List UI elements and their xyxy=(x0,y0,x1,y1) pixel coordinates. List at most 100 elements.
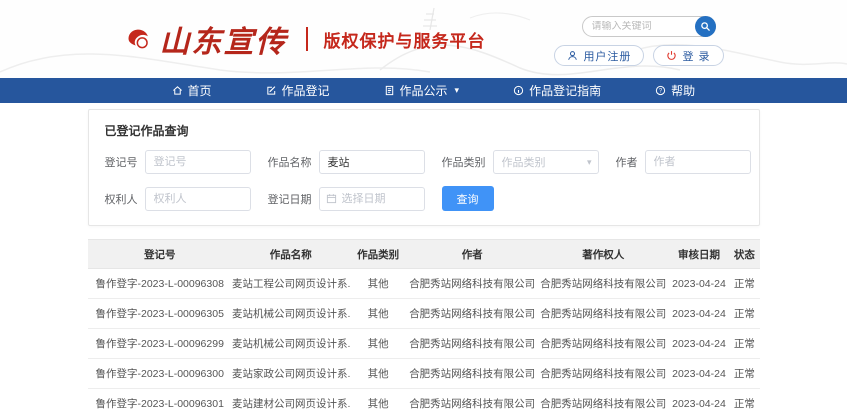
column-header: 审核日期 xyxy=(669,240,729,269)
search-button[interactable] xyxy=(695,16,716,37)
search-icon xyxy=(700,21,711,32)
table-cell: 麦站工程公司网页设计系... xyxy=(232,269,350,299)
table-cell: 合肥秀站网络科技有限公司 xyxy=(407,299,538,329)
table-cell: 正常 xyxy=(729,269,759,299)
table-row[interactable]: 鲁作登字-2023-L-00096301麦站建材公司网页设计系...其他合肥秀站… xyxy=(88,389,760,410)
column-header: 状态 xyxy=(729,240,759,269)
table-cell: 合肥秀站网络科技有限公司 xyxy=(407,389,538,410)
table-row[interactable]: 鲁作登字-2023-L-00096305麦站机械公司网页设计系...其他合肥秀站… xyxy=(88,299,760,329)
category-label: 作品类别 xyxy=(442,154,486,170)
site-title: 版权保护与服务平台 xyxy=(324,27,486,52)
date-input[interactable] xyxy=(342,193,418,205)
table-cell: 合肥秀站网络科技有限公司 xyxy=(407,269,538,299)
query-panel: 已登记作品查询 登记号 作品名称 作品类别 作品类别 ▾ 作者 xyxy=(88,109,760,226)
field-work-name: 作品名称 xyxy=(268,150,425,174)
table-cell: 正常 xyxy=(729,359,759,389)
chevron-down-icon: ▾ xyxy=(455,85,460,96)
field-category: 作品类别 作品类别 ▾ xyxy=(442,150,599,174)
site-header: 山东宣传 版权保护与服务平台 xyxy=(0,0,847,78)
table-cell: 麦站家政公司网页设计系... xyxy=(232,359,350,389)
column-header: 作品类别 xyxy=(350,240,407,269)
table-cell: 合肥秀站网络科技有限公司 xyxy=(538,329,669,359)
query-button[interactable]: 查询 xyxy=(442,186,494,211)
field-date: 登记日期 xyxy=(268,187,425,211)
nav-item-label: 帮助 xyxy=(671,82,695,99)
table-cell: 正常 xyxy=(729,389,759,410)
table-cell: 合肥秀站网络科技有限公司 xyxy=(538,299,669,329)
author-label: 作者 xyxy=(616,154,638,170)
column-header: 登记号 xyxy=(88,240,232,269)
power-icon xyxy=(666,50,677,61)
table-cell: 其他 xyxy=(350,389,407,410)
nav-item-label: 作品登记指南 xyxy=(529,82,601,99)
user-icon xyxy=(567,50,578,61)
column-header: 著作权人 xyxy=(538,240,669,269)
date-picker[interactable] xyxy=(319,187,425,211)
doc-icon xyxy=(384,85,395,96)
table-cell: 合肥秀站网络科技有限公司 xyxy=(407,329,538,359)
table-cell: 2023-04-24 xyxy=(669,359,729,389)
table-cell: 合肥秀站网络科技有限公司 xyxy=(538,389,669,410)
table-row[interactable]: 鲁作登字-2023-L-00096308麦站工程公司网页设计系...其他合肥秀站… xyxy=(88,269,760,299)
table-cell: 麦站机械公司网页设计系... xyxy=(232,329,350,359)
home-icon xyxy=(172,85,183,96)
owner-label: 权利人 xyxy=(105,191,138,207)
author-input[interactable] xyxy=(645,150,751,174)
category-select-placeholder: 作品类别 xyxy=(502,154,546,170)
nav-item-help[interactable]: ?帮助 xyxy=(655,82,695,99)
table-cell: 麦站机械公司网页设计系... xyxy=(232,299,350,329)
table-row[interactable]: 鲁作登字-2023-L-00096299麦站机械公司网页设计系...其他合肥秀站… xyxy=(88,329,760,359)
field-owner: 权利人 xyxy=(105,187,251,211)
table-cell: 鲁作登字-2023-L-00096308 xyxy=(88,269,232,299)
work-name-input[interactable] xyxy=(319,150,425,174)
column-header: 作品名称 xyxy=(232,240,350,269)
header-search-input[interactable] xyxy=(583,21,695,32)
nav-item-label: 作品登记 xyxy=(282,82,330,99)
table-header-row: 登记号作品名称作品类别作者著作权人审核日期状态 xyxy=(88,240,760,269)
table-cell: 合肥秀站网络科技有限公司 xyxy=(538,359,669,389)
brand-logo-icon xyxy=(124,26,152,52)
table-cell: 2023-04-24 xyxy=(669,269,729,299)
query-form-row-2: 权利人 登记日期 查询 xyxy=(105,186,743,211)
table-cell: 其他 xyxy=(350,329,407,359)
table-cell: 2023-04-24 xyxy=(669,389,729,410)
table-cell: 合肥秀站网络科技有限公司 xyxy=(538,269,669,299)
table-cell: 鲁作登字-2023-L-00096300 xyxy=(88,359,232,389)
table-body: 鲁作登字-2023-L-00096308麦站工程公司网页设计系...其他合肥秀站… xyxy=(88,269,760,410)
table-cell: 合肥秀站网络科技有限公司 xyxy=(407,359,538,389)
date-label: 登记日期 xyxy=(268,191,312,207)
nav-item-home[interactable]: 首页 xyxy=(172,82,212,99)
table-cell: 麦站建材公司网页设计系... xyxy=(232,389,350,410)
owner-input[interactable] xyxy=(145,187,251,211)
table-cell: 2023-04-24 xyxy=(669,299,729,329)
table-cell: 鲁作登字-2023-L-00096299 xyxy=(88,329,232,359)
nav-item-guide[interactable]: 作品登记指南 xyxy=(513,82,601,99)
table-cell: 正常 xyxy=(729,329,759,359)
main-content: 已登记作品查询 登记号 作品名称 作品类别 作品类别 ▾ 作者 xyxy=(88,109,760,410)
table-cell: 鲁作登字-2023-L-00096305 xyxy=(88,299,232,329)
header-right: 用户注册 登 录 xyxy=(554,12,723,66)
table-row[interactable]: 鲁作登字-2023-L-00096300麦站家政公司网页设计系...其他合肥秀站… xyxy=(88,359,760,389)
login-button-label: 登 录 xyxy=(682,48,710,64)
work-name-label: 作品名称 xyxy=(268,154,312,170)
login-button[interactable]: 登 录 xyxy=(653,45,723,66)
reg-no-label: 登记号 xyxy=(105,154,138,170)
nav-item-publicity[interactable]: 作品公示 ▾ xyxy=(384,82,460,99)
table-cell: 其他 xyxy=(350,269,407,299)
results-table: 登记号作品名称作品类别作者著作权人审核日期状态 鲁作登字-2023-L-0009… xyxy=(88,239,760,410)
nav-item-label: 作品公示 xyxy=(400,82,448,99)
brand-logo-text: 山东宣传 xyxy=(160,17,288,61)
table-cell: 2023-04-24 xyxy=(669,329,729,359)
register-button-label: 用户注册 xyxy=(583,48,631,64)
guide-icon xyxy=(513,85,524,96)
reg-no-input[interactable] xyxy=(145,150,251,174)
nav-item-register[interactable]: 作品登记 xyxy=(266,82,330,99)
brand[interactable]: 山东宣传 版权保护与服务平台 xyxy=(124,17,486,61)
brand-divider xyxy=(306,27,308,51)
calendar-icon xyxy=(326,193,337,204)
category-select[interactable]: 作品类别 ▾ xyxy=(493,150,599,174)
table-cell: 其他 xyxy=(350,359,407,389)
register-button[interactable]: 用户注册 xyxy=(554,45,644,66)
edit-icon xyxy=(266,85,277,96)
query-form-row-1: 登记号 作品名称 作品类别 作品类别 ▾ 作者 xyxy=(105,150,743,174)
